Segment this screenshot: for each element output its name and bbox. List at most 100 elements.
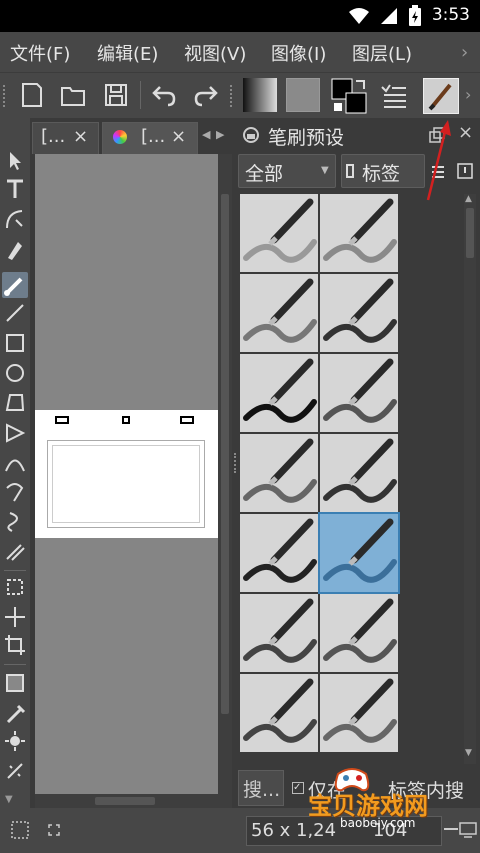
scroll-thumb[interactable] (466, 208, 474, 258)
bezier-tool-icon[interactable] (2, 450, 28, 476)
gradient-tool-icon[interactable] (2, 670, 28, 696)
brush-preset-button[interactable] (423, 78, 459, 114)
brush-preset-eraser-pen[interactable] (320, 194, 398, 272)
menu-edit[interactable]: 编辑(E) (97, 40, 158, 66)
preset-scrollbar[interactable]: ▲ ▼ (464, 194, 476, 764)
doc-tab-close-icon[interactable]: × (73, 126, 88, 147)
scroll-thumb[interactable] (95, 797, 155, 805)
smart-patch-tool-icon[interactable] (2, 728, 28, 754)
brush-preset-pencil-blue[interactable] (320, 594, 398, 672)
doc-tab-2[interactable]: [... × (102, 122, 198, 154)
splitter-grip[interactable] (234, 453, 236, 473)
canvas-horizontal-scrollbar[interactable] (35, 794, 232, 808)
calligraphy-tool-icon[interactable] (2, 236, 28, 262)
document-tabs: [... × [... × ◀ ▶ (30, 118, 232, 154)
handle-icon[interactable] (55, 416, 69, 424)
undo-icon[interactable] (148, 79, 180, 111)
save-icon[interactable] (100, 79, 132, 111)
polyline-tool-icon[interactable] (2, 420, 28, 446)
docker-lock-icon[interactable] (242, 126, 260, 144)
crop-frame-icon[interactable] (46, 822, 62, 838)
menu-file[interactable]: 文件(F) (10, 40, 70, 66)
scroll-down-icon[interactable]: ▼ (465, 748, 472, 758)
brush-preset-thumbnail-icon (243, 278, 317, 343)
dynamic-brush-tool-icon[interactable] (2, 508, 28, 534)
watermark-logo: 宝贝游戏网 baobeiy.com (300, 762, 450, 832)
brush-preset-brush-flat[interactable] (240, 514, 318, 592)
brush-preset-eraser-block[interactable] (240, 194, 318, 272)
krita-logo-icon (113, 130, 127, 144)
filter-dropdown[interactable]: 全部 ▼ (238, 154, 336, 188)
brush-preset-thumbnail-icon (323, 678, 397, 743)
monitor-icon[interactable] (458, 820, 478, 840)
rectangle-tool-icon[interactable] (2, 330, 28, 356)
scroll-up-icon[interactable]: ▲ (465, 194, 472, 204)
line-tool-icon[interactable] (2, 300, 28, 326)
main-toolbar: › (0, 72, 480, 118)
brush-preset-marker-dark[interactable] (320, 434, 398, 512)
document-page[interactable] (35, 410, 218, 538)
close-docker-icon[interactable]: × (458, 122, 473, 143)
system-status-bar: 3:53 (0, 0, 480, 32)
tag-label: 标签 (362, 163, 401, 185)
select-arrow-tool-icon[interactable] (2, 148, 28, 174)
brush-preset-ink-pen-soft[interactable] (320, 354, 398, 432)
open-folder-icon[interactable] (57, 79, 89, 111)
brush-preset-soft-eraser[interactable] (240, 274, 318, 352)
transform-tool-icon[interactable] (2, 574, 28, 600)
brush-preset-thumbnail-icon (243, 678, 317, 743)
gradient-swatch[interactable] (243, 78, 277, 112)
brush-preset-brush-orange[interactable] (240, 594, 318, 672)
more-menu-icon[interactable]: › (461, 42, 468, 63)
doc-tab-1[interactable]: [... × (32, 122, 99, 154)
clock: 3:53 (431, 5, 470, 25)
text-tool-icon[interactable] (2, 176, 28, 202)
wifi-icon (349, 8, 369, 24)
filter-value: 全部 (245, 163, 284, 185)
tab-scroll-left-icon[interactable]: ◀ (202, 128, 210, 141)
doc-tab-close-icon[interactable]: × (171, 126, 186, 147)
move-tool-icon[interactable] (2, 604, 28, 630)
freehand-brush-tool-icon[interactable] (2, 272, 28, 298)
selection-mode-icon[interactable] (10, 820, 30, 840)
handle-icon[interactable] (122, 416, 130, 424)
toolbox-scroll-down-icon[interactable]: ▼ (5, 794, 13, 805)
brush-preset-thumbnail-icon (243, 438, 317, 503)
edit-shapes-tool-icon[interactable] (2, 206, 28, 232)
doc-tab-label: [... (41, 126, 66, 147)
toolbar-grip[interactable] (3, 85, 7, 107)
menu-layer[interactable]: 图层(L) (352, 40, 412, 66)
crop-tool-icon[interactable] (2, 632, 28, 658)
tab-scroll-right-icon[interactable]: ▶ (216, 128, 224, 141)
canvas-vertical-scrollbar[interactable] (218, 154, 232, 794)
multibrush-tool-icon[interactable] (2, 538, 28, 564)
ellipse-tool-icon[interactable] (2, 360, 28, 386)
new-document-icon[interactable] (16, 79, 48, 111)
brush-preset-pencil-light[interactable] (320, 674, 398, 752)
brush-preset-airbrush[interactable] (320, 274, 398, 352)
handle-icon[interactable] (180, 416, 194, 424)
toolbar-grip-2[interactable] (230, 85, 234, 107)
brush-preset-thumbnail-icon (243, 358, 317, 423)
brush-preset-marker-gray[interactable] (240, 434, 318, 512)
layer-list-icon[interactable] (378, 79, 410, 111)
brush-preset-ink-pen-black[interactable] (240, 354, 318, 432)
brush-presets-docker: 笔刷预设 × 全部 ▼ 标签 ▲ ▼ 搜... ✓ 仅在 标签内搜 (238, 118, 480, 808)
brush-preset-pencil-sketch[interactable] (240, 674, 318, 752)
tag-dropdown[interactable]: 标签 (341, 154, 425, 188)
redo-icon[interactable] (190, 79, 222, 111)
color-picker-tool-icon[interactable] (2, 700, 28, 726)
pattern-swatch[interactable] (286, 78, 320, 112)
fg-bg-color-icon[interactable] (330, 77, 368, 115)
docker-title: 笔刷预设 (268, 127, 345, 149)
menu-image[interactable]: 图像(I) (271, 40, 326, 66)
freehand-path-tool-icon[interactable] (2, 478, 28, 504)
preset-search-input[interactable]: 搜... (238, 770, 284, 806)
assistant-tool-icon[interactable] (2, 758, 28, 784)
brush-preset-brush-watercolor[interactable] (318, 512, 400, 594)
polygon-tool-icon[interactable] (2, 390, 28, 416)
toolbar-more-icon[interactable]: › (465, 85, 471, 104)
brush-preset-grid (240, 194, 400, 754)
menu-view[interactable]: 视图(V) (184, 40, 246, 66)
scroll-thumb[interactable] (221, 194, 229, 714)
